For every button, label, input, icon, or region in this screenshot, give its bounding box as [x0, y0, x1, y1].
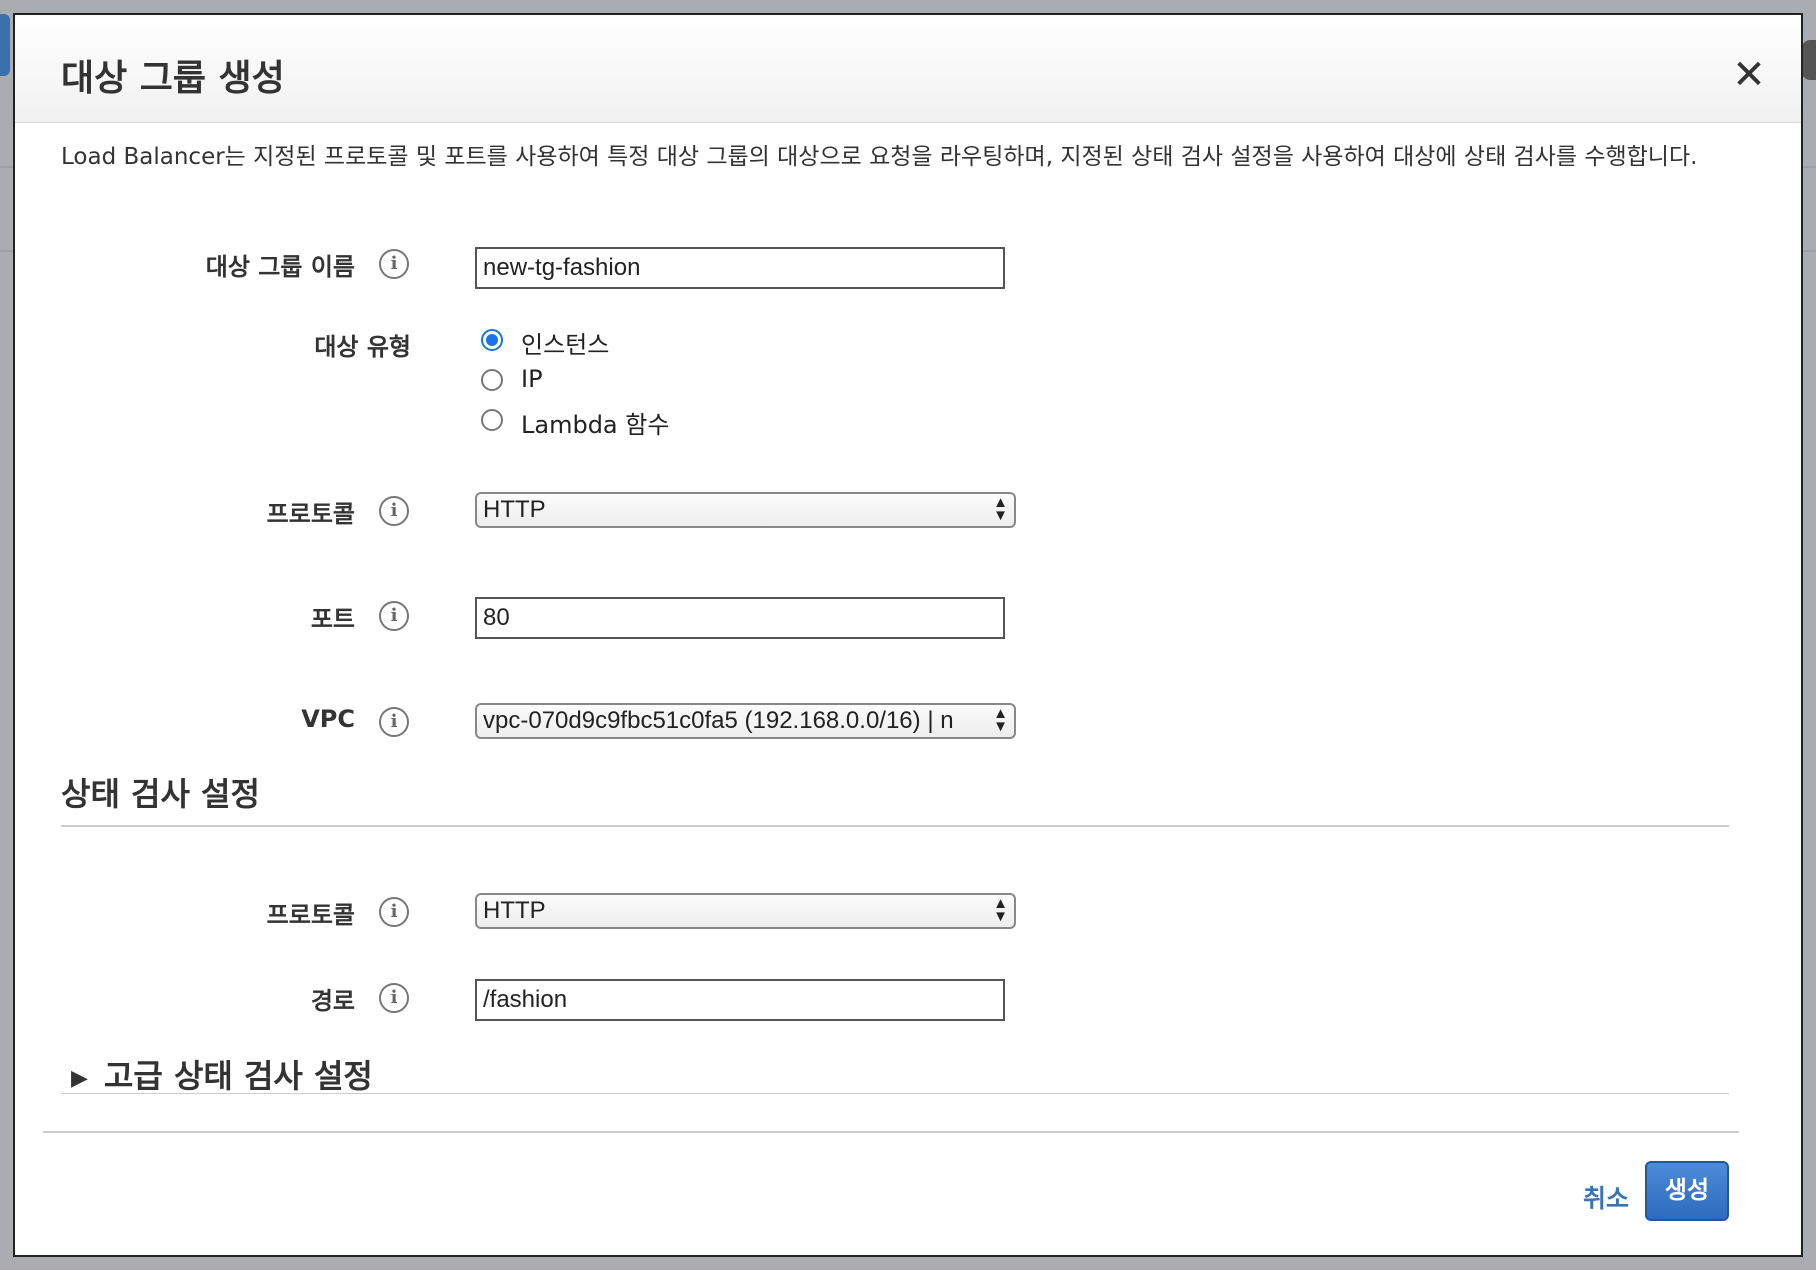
port-input[interactable]: 80: [475, 597, 1005, 639]
info-icon[interactable]: i: [379, 496, 409, 526]
chevron-up-down-icon: ▲ ▼: [993, 494, 1008, 524]
health-check-protocol-select[interactable]: HTTP ▲ ▼: [475, 893, 1016, 929]
dialog-header: 대상 그룹 생성 ✕: [15, 15, 1801, 123]
vpc-label: VPC: [301, 705, 355, 733]
health-check-section-title: 상태 검사 설정: [61, 775, 260, 813]
info-icon[interactable]: i: [379, 601, 409, 631]
vpc-select-value: vpc-070d9c9fbc51c0fa5 (192.168.0.0/16) |…: [483, 707, 954, 734]
target-group-name-label: 대상 그룹 이름: [205, 253, 355, 281]
radio-lambda-label: Lambda 함수: [521, 411, 670, 439]
port-label: 포트: [310, 605, 355, 633]
health-check-path-input[interactable]: /fashion: [475, 979, 1005, 1021]
caret-right-icon: ▶: [71, 1065, 88, 1091]
dialog-title: 대상 그룹 생성: [61, 58, 285, 99]
radio-ip[interactable]: [481, 369, 503, 391]
info-icon[interactable]: i: [379, 897, 409, 927]
chevron-up-down-icon: ▲ ▼: [993, 895, 1008, 925]
cancel-button[interactable]: 취소: [1583, 1179, 1629, 1215]
background-help-icon: [1802, 40, 1816, 80]
advanced-health-check-toggle[interactable]: ▶ 고급 상태 검사 설정: [71, 1051, 373, 1097]
create-button[interactable]: 생성: [1645, 1161, 1729, 1221]
dialog-description: Load Balancer는 지정된 프로토콜 및 포트를 사용하여 특정 대상…: [61, 144, 1698, 170]
section-divider: [61, 1093, 1729, 1094]
radio-instance[interactable]: [481, 329, 503, 351]
health-check-path-label: 경로: [310, 987, 355, 1015]
chevron-up-down-icon: ▲ ▼: [993, 705, 1008, 735]
advanced-health-check-label: 고급 상태 검사 설정: [103, 1057, 373, 1095]
target-group-name-input[interactable]: new-tg-fashion: [475, 247, 1005, 289]
close-icon[interactable]: ✕: [1729, 55, 1769, 95]
info-icon[interactable]: i: [379, 249, 409, 279]
info-icon[interactable]: i: [379, 707, 409, 737]
protocol-select[interactable]: HTTP ▲ ▼: [475, 492, 1016, 528]
radio-lambda[interactable]: [481, 409, 503, 431]
create-target-group-dialog: 대상 그룹 생성 ✕ Load Balancer는 지정된 프로토콜 및 포트를…: [13, 13, 1803, 1257]
target-type-label: 대상 유형: [314, 333, 411, 361]
health-check-protocol-value: HTTP: [483, 897, 546, 924]
info-icon[interactable]: i: [379, 983, 409, 1013]
background-button: [0, 14, 10, 76]
radio-ip-label: IP: [521, 365, 543, 393]
footer-divider: [43, 1131, 1739, 1133]
radio-instance-label: 인스턴스: [521, 331, 610, 359]
section-divider: [61, 825, 1729, 827]
vpc-select[interactable]: vpc-070d9c9fbc51c0fa5 (192.168.0.0/16) |…: [475, 703, 1016, 739]
protocol-label: 프로토콜: [266, 500, 355, 528]
protocol-select-value: HTTP: [483, 496, 546, 523]
health-check-protocol-label: 프로토콜: [266, 901, 355, 929]
